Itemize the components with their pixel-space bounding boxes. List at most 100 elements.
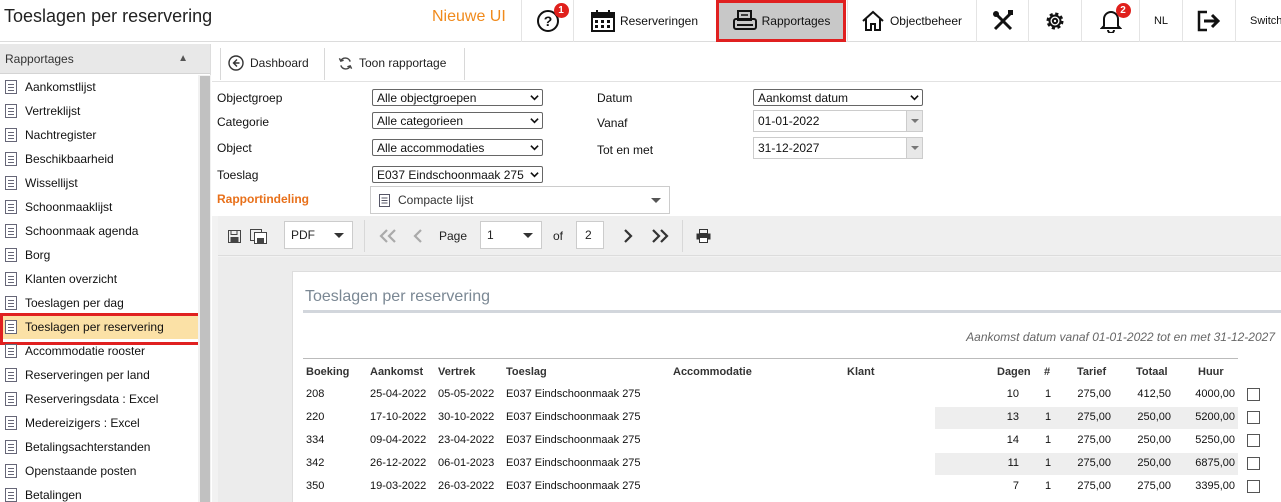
sidebar-item[interactable]: Vertreklijst: [0, 99, 198, 123]
cell-huur: 4000,00: [1195, 388, 1235, 400]
cell-dagen: 11: [1007, 457, 1019, 469]
calendar-icon: [590, 10, 615, 32]
refresh-icon: [338, 56, 353, 71]
cell-boeking: 350: [306, 480, 325, 492]
notifications-button[interactable]: 2: [1081, 0, 1139, 42]
column-header-klant: Klant: [847, 366, 875, 378]
report-doc-icon: [5, 248, 17, 262]
save-icon[interactable]: [226, 228, 242, 244]
caret-down-icon: [910, 119, 919, 123]
cell-toeslag: E037 Eindschoonmaak 275: [506, 411, 641, 423]
sidebar-item-label: Klanten overzicht: [25, 272, 118, 286]
action-toolbar: Dashboard Toon rapportage: [212, 44, 1281, 82]
report-doc-icon: [5, 152, 17, 166]
print-icon[interactable]: [693, 227, 713, 245]
sidebar-item[interactable]: Borg: [0, 243, 198, 267]
sidebar-item[interactable]: Schoonmaak agenda: [0, 219, 198, 243]
date-picker-button[interactable]: [906, 138, 922, 158]
toon-rapportage-button[interactable]: Toon rapportage: [338, 44, 446, 82]
sidebar-item[interactable]: Betalingen: [0, 483, 198, 502]
dashboard-button[interactable]: Dashboard: [228, 44, 309, 82]
settings-button[interactable]: [1028, 0, 1081, 42]
switch-button[interactable]: Switch: [1235, 0, 1281, 42]
dashboard-label: Dashboard: [250, 56, 309, 70]
categorie-select[interactable]: Alle categorieen: [372, 112, 543, 129]
sidebar-item-label: Beschikbaarheid: [25, 152, 114, 166]
row-checkbox[interactable]: [1247, 480, 1260, 493]
datum-select[interactable]: Aankomst datum: [753, 89, 923, 106]
sidebar-item[interactable]: Nachtregister: [0, 123, 198, 147]
datum-value: Aankomst datum: [758, 90, 849, 105]
save-all-icon[interactable]: [248, 228, 268, 244]
table-row[interactable]: 220 17-10-2022 30-10-2022 E037 Eindschoonma…: [303, 407, 1260, 429]
cell-toeslag: E037 Eindschoonmaak 275: [506, 434, 641, 446]
categorie-value: Alle categorieen: [377, 113, 464, 128]
sidebar-item-label: Medereizigers : Excel: [25, 416, 140, 430]
sidebar-scrollbar-thumb[interactable]: [200, 76, 210, 502]
row-checkbox[interactable]: [1247, 388, 1260, 401]
new-ui-link[interactable]: Nieuwe UI: [432, 8, 506, 26]
first-page-icon[interactable]: [376, 226, 400, 246]
sidebar-item[interactable]: Accommodatie rooster: [0, 339, 198, 363]
nav-reserveringen[interactable]: Reserveringen: [573, 0, 715, 42]
prev-page-icon[interactable]: [410, 226, 426, 246]
sidebar-item[interactable]: Wissellijst: [0, 171, 198, 195]
help-button[interactable]: ? 1: [521, 0, 573, 42]
objectgroep-select[interactable]: Alle objectgroepen: [372, 89, 543, 106]
rapportindeling-select[interactable]: Compacte lijst: [370, 186, 670, 214]
page-label: Page: [439, 229, 468, 243]
sidebar-item[interactable]: Reserveringen per land: [0, 363, 198, 387]
page-number-select[interactable]: 1: [480, 221, 542, 249]
sidebar-item[interactable]: Medereizigers : Excel: [0, 411, 198, 435]
date-picker-button[interactable]: [906, 111, 922, 131]
next-page-icon[interactable]: [620, 226, 636, 246]
sidebar-item[interactable]: Openstaande posten: [0, 459, 198, 483]
rapportindeling-label: Rapportindeling: [217, 192, 309, 206]
sidebar-item[interactable]: Schoonmaaklijst: [0, 195, 198, 219]
sidebar-header[interactable]: Rapportages ▲: [0, 44, 210, 74]
nav-rapportages[interactable]: Rapportages: [716, 0, 846, 42]
toeslag-value: E037 Eindschoonmaak 275: [377, 167, 524, 182]
cell-tarief: 275,00: [1077, 388, 1111, 400]
sidebar-item-label: Borg: [25, 248, 51, 262]
sidebar-item[interactable]: Beschikbaarheid: [0, 147, 198, 171]
table-row[interactable]: 342 26-12-2022 06-01-2023 E037 Eindschoonma…: [303, 453, 1260, 475]
report-title: Toeslagen per reservering: [305, 288, 490, 305]
row-checkbox[interactable]: [1247, 411, 1260, 424]
table-row[interactable]: 350 19-03-2022 26-03-2022 E037 Eindschoonma…: [303, 476, 1260, 498]
object-select[interactable]: Alle accommodaties: [372, 139, 543, 156]
sidebar-item[interactable]: Toeslagen per reservering: [0, 313, 205, 345]
language-button[interactable]: NL: [1139, 0, 1182, 42]
logout-icon: [1197, 10, 1221, 32]
sidebar-item[interactable]: Aankomstlijst: [0, 75, 198, 99]
sidebar-item[interactable]: Klanten overzicht: [0, 267, 198, 291]
report-canvas[interactable]: Toeslagen per reservering Aankomst datum…: [218, 257, 1281, 502]
cell-huur: 3395,00: [1195, 480, 1235, 492]
sidebar-item[interactable]: Reserveringsdata : Excel: [0, 387, 198, 411]
nav-objectbeheer[interactable]: Objectbeheer: [847, 0, 975, 42]
toeslag-select[interactable]: E037 Eindschoonmaak 275: [372, 166, 543, 183]
categorie-label: Categorie: [217, 115, 270, 129]
logout-button[interactable]: [1182, 0, 1235, 42]
tot-en-met-date-input[interactable]: 31-12-2027: [753, 137, 923, 159]
row-checkbox[interactable]: [1247, 434, 1260, 447]
report-doc-icon: [5, 320, 17, 334]
report-doc-icon: [5, 104, 17, 118]
vanaf-value: 01-01-2022: [758, 114, 820, 128]
export-format-select[interactable]: PDF: [284, 221, 353, 249]
report-doc-icon: [5, 176, 17, 190]
sidebar-item[interactable]: Betalingsachterstanden: [0, 435, 198, 459]
last-page-icon[interactable]: [648, 226, 672, 246]
cell-huur: 5200,00: [1195, 411, 1235, 423]
page-current-value: 1: [487, 228, 494, 242]
tools-button[interactable]: [976, 0, 1028, 42]
vanaf-date-input[interactable]: 01-01-2022: [753, 110, 923, 132]
chevron-up-icon[interactable]: ▲: [178, 53, 188, 64]
sidebar-item-label: Nachtregister: [25, 128, 97, 142]
table-row[interactable]: 208 25-04-2022 05-05-2022 E037 Eindschoonma…: [303, 384, 1260, 406]
table-row[interactable]: 334 09-04-2022 23-04-2022 E037 Eindschoonma…: [303, 430, 1260, 452]
row-checkbox[interactable]: [1247, 457, 1260, 470]
sidebar-item[interactable]: Toeslagen per dag: [0, 291, 198, 315]
cell-totaal: 250,00: [1137, 434, 1171, 446]
vanaf-label: Vanaf: [597, 116, 628, 130]
